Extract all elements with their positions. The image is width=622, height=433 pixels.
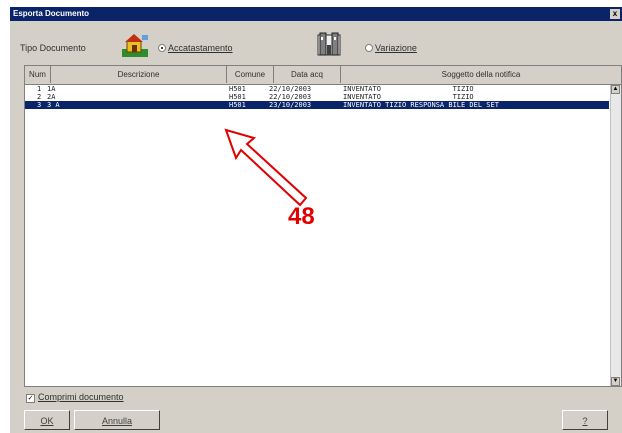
close-button[interactable]: x [610,9,620,19]
accatastamento-radio[interactable] [158,44,166,52]
col-num[interactable]: Num [25,66,51,83]
cancel-button[interactable]: Annulla [74,410,160,430]
help-button[interactable]: ? [562,410,608,430]
table-header: Num Descrizione Comune Data acq Soggetto… [25,66,621,85]
table-row[interactable]: 2 2A H501 22/10/2003 INVENTATO TIZIO [25,93,609,101]
house-icon [122,34,148,57]
cell-comune: H501 [229,85,246,93]
compress-checkbox[interactable]: ✓ [26,394,35,403]
compress-label[interactable]: Comprimi documento [38,392,124,402]
cell-num: 3 [37,101,42,109]
ok-label: OK [40,416,54,426]
title-bar: Esporta Documento x [10,7,622,21]
variazione-label[interactable]: Variazione [375,43,417,53]
col-descrizione[interactable]: Descrizione [51,66,227,83]
vertical-scrollbar[interactable]: ▲ ▼ [610,85,621,386]
table-row[interactable]: 1 1A H501 22/10/2003 INVENTATO TIZIO [25,85,609,93]
cell-data: 22/10/2003 [269,85,312,93]
scroll-up-icon[interactable]: ▲ [611,85,620,94]
cell-comune: H501 [229,93,246,101]
cell-soggetto: INVENTATO TIZIO RESPONSA BILE DEL SET [343,101,499,109]
annotation-number: 48 [288,203,315,230]
cell-soggetto: INVENTATO TIZIO [343,93,474,101]
cell-data: 22/10/2003 [269,93,312,101]
accatastamento-label[interactable]: Accatastamento [168,43,233,53]
cell-descr: 1A [47,85,56,93]
cell-descr: 2A [47,93,56,101]
table-row-selected[interactable]: 3 3 A H501 23/10/2003 INVENTATO TIZIO RE… [25,101,609,109]
col-comune[interactable]: Comune [227,66,274,83]
ok-button[interactable]: OK [24,410,70,430]
cell-comune: H501 [229,101,246,109]
col-data-acq[interactable]: Data acq [274,66,341,83]
cell-num: 2 [37,93,42,101]
documents-table: Num Descrizione Comune Data acq Soggetto… [24,65,622,387]
help-label: ? [582,416,588,426]
scroll-down-icon[interactable]: ▼ [611,377,620,386]
export-dialog: Esporta Documento x Tipo Documento Accat… [10,7,622,433]
variazione-radio[interactable] [365,44,373,52]
cell-soggetto: INVENTATO TIZIO [343,85,474,93]
cell-num: 1 [37,85,42,93]
cell-data: 23/10/2003 [269,101,312,109]
document-type-group: Tipo Documento Accatastamento Variazione [10,31,622,67]
cell-descr: 3 A [47,101,60,109]
window-title: Esporta Documento [13,9,90,18]
col-soggetto[interactable]: Soggetto della notifica [341,66,621,83]
cancel-label: Annulla [101,416,133,426]
building-icon [317,32,341,56]
document-type-label: Tipo Documento [20,43,86,53]
